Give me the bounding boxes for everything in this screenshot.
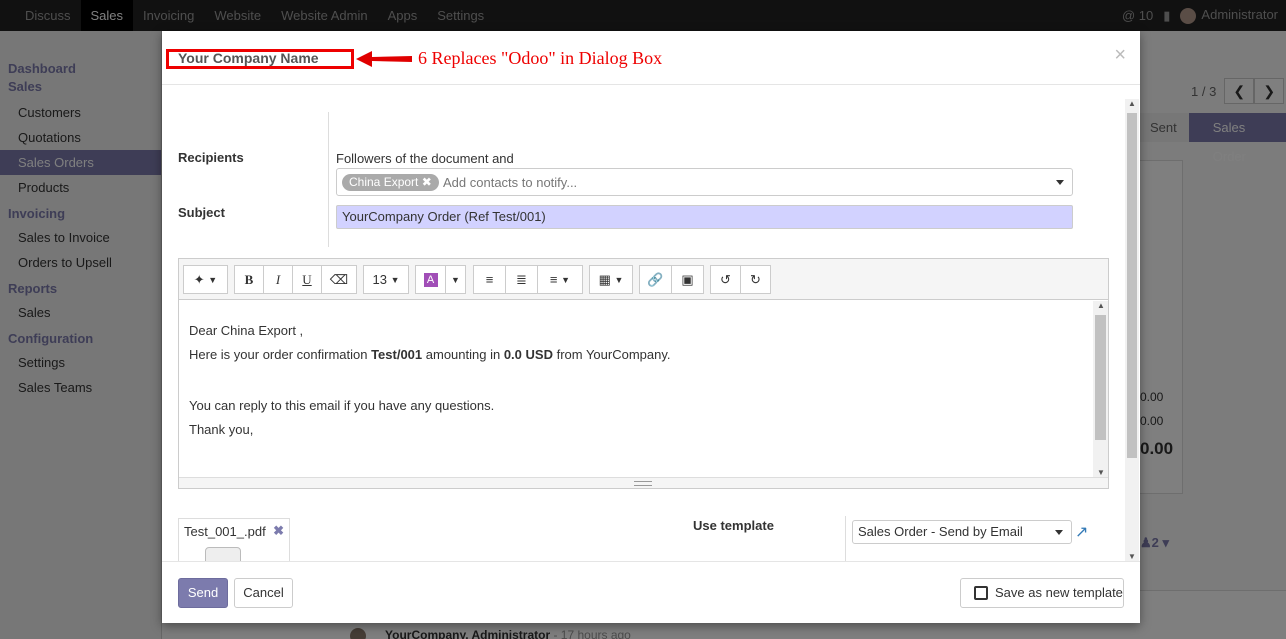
- scroll-down-icon[interactable]: ▼: [1097, 468, 1105, 477]
- subject-label: Subject: [178, 205, 225, 220]
- grip-icon: [634, 481, 652, 486]
- redo-button[interactable]: ↻: [740, 265, 771, 294]
- editor-toolbar: ✦ ▼ B I U ⌫ 13 ▼ A ▼ ≡ ≣ ≡ ▼ ▦ ▼ 🔗 ▣ ↺ ↻: [179, 259, 1108, 300]
- cancel-button[interactable]: Cancel: [234, 578, 293, 608]
- image-icon: ▣: [681, 271, 694, 287]
- compose-email-dialog: Your Company Name 6 Replaces "Odoo" in D…: [162, 31, 1140, 623]
- scroll-up-icon[interactable]: ▲: [1097, 301, 1105, 310]
- annotation-text: 6 Replaces "Odoo" in Dialog Box: [418, 48, 663, 68]
- link-icon: 🔗: [647, 271, 664, 287]
- style-button[interactable]: ✦ ▼: [183, 265, 228, 294]
- font-size-value: 13: [372, 272, 387, 287]
- editor-content[interactable]: Dear China Export , Here is your order c…: [179, 301, 1093, 477]
- eraser-icon: ⌫: [329, 271, 349, 287]
- undo-icon: ↺: [720, 271, 731, 287]
- redo-icon: ↻: [750, 271, 761, 287]
- caret-down-icon: ▼: [561, 274, 571, 285]
- close-icon[interactable]: ×: [1114, 44, 1126, 67]
- close-icon[interactable]: ✖: [422, 175, 432, 189]
- editor-resize-handle[interactable]: [179, 477, 1108, 488]
- send-button[interactable]: Send: [178, 578, 228, 608]
- floppy-disk-icon: [974, 586, 988, 600]
- dialog-footer: Send Cancel Save as new template: [162, 561, 1140, 623]
- link-button[interactable]: 🔗: [639, 265, 672, 294]
- template-value: Sales Order - Send by Email: [858, 524, 1023, 539]
- file-icon: [205, 547, 241, 561]
- recipient-tag[interactable]: China Export ✖: [342, 174, 439, 191]
- font-size-button[interactable]: 13 ▼: [363, 265, 409, 294]
- image-button[interactable]: ▣: [671, 265, 704, 294]
- order-reference: Test/001: [371, 347, 423, 362]
- divider: [845, 516, 846, 561]
- italic-icon: I: [275, 271, 281, 287]
- body-greeting: Dear China Export ,: [189, 323, 304, 338]
- table-button[interactable]: ▦ ▼: [589, 265, 633, 294]
- recipients-label: Recipients: [178, 150, 244, 165]
- font-color-dropdown[interactable]: ▼: [445, 265, 466, 294]
- bold-button[interactable]: B: [234, 265, 264, 294]
- bold-icon: B: [244, 271, 254, 287]
- font-color-button[interactable]: A: [415, 265, 446, 294]
- annotation-arrow-icon: [356, 51, 412, 67]
- template-select[interactable]: Sales Order - Send by Email: [852, 520, 1072, 544]
- dialog-body: ▲ ▼ Recipients Subject Followers of the …: [162, 86, 1140, 561]
- subject-input[interactable]: YourCompany Order (Ref Test/001): [336, 205, 1073, 229]
- scrollbar-thumb[interactable]: [1095, 315, 1106, 440]
- followers-text: Followers of the document and: [336, 151, 514, 166]
- body-thanks: Thank you,: [189, 422, 254, 437]
- numbered-list-icon: ≣: [516, 271, 527, 287]
- body-text: from YourCompany.: [552, 347, 671, 362]
- scroll-down-icon[interactable]: ▼: [1128, 552, 1136, 561]
- attachment-card: Test_001_.pdf ✖: [178, 518, 290, 561]
- body-confirmation-line: Here is your order confirmation Test/001…: [189, 343, 1083, 367]
- caret-down-icon: ▼: [208, 274, 218, 285]
- bullet-list-button[interactable]: ≡: [473, 265, 506, 294]
- attachment-name[interactable]: Test_001_.pdf: [184, 524, 266, 539]
- body-text: Here is your order confirmation: [189, 347, 372, 362]
- editor-scrollbar[interactable]: ▲ ▼: [1093, 301, 1108, 477]
- numbered-list-button[interactable]: ≣: [505, 265, 538, 294]
- underline-button[interactable]: U: [292, 265, 322, 294]
- chevron-down-icon: [1055, 530, 1063, 535]
- save-as-template-button[interactable]: Save as new template: [960, 578, 1124, 608]
- caret-down-icon: ▼: [451, 274, 460, 285]
- clear-format-button[interactable]: ⌫: [321, 265, 357, 294]
- caret-down-icon: ▼: [390, 274, 400, 285]
- dialog-header: Your Company Name 6 Replaces "Odoo" in D…: [162, 31, 1140, 85]
- chevron-down-icon[interactable]: [1056, 180, 1064, 185]
- scrollbar-thumb[interactable]: [1127, 113, 1137, 458]
- recipients-input[interactable]: China Export ✖ Add contacts to notify...: [336, 168, 1073, 196]
- body-reply-line: You can reply to this email if you have …: [189, 398, 495, 413]
- font-color-icon: A: [423, 272, 438, 287]
- scroll-up-icon[interactable]: ▲: [1128, 99, 1136, 108]
- close-icon[interactable]: ✖: [273, 523, 284, 539]
- annotation-highlight-box: [166, 49, 354, 69]
- recipients-placeholder: Add contacts to notify...: [443, 175, 578, 190]
- save-template-label: Save as new template: [995, 585, 1123, 600]
- dialog-scrollbar[interactable]: ▲ ▼: [1125, 99, 1139, 561]
- caret-down-icon: ▼: [614, 274, 624, 285]
- italic-button[interactable]: I: [263, 265, 293, 294]
- paragraph-align-button[interactable]: ≡ ▼: [537, 265, 583, 294]
- table-icon: ▦: [598, 271, 611, 287]
- rich-text-editor: ✦ ▼ B I U ⌫ 13 ▼ A ▼ ≡ ≣ ≡ ▼ ▦ ▼ 🔗 ▣ ↺ ↻…: [178, 258, 1109, 489]
- magic-wand-icon: ✦: [193, 271, 205, 287]
- bullet-list-icon: ≡: [485, 272, 494, 287]
- align-left-icon: ≡: [549, 272, 558, 287]
- body-text: amounting in: [422, 347, 504, 362]
- order-amount: 0.0 USD: [503, 347, 553, 362]
- undo-button[interactable]: ↺: [710, 265, 741, 294]
- divider: [328, 112, 329, 247]
- underline-icon: U: [302, 271, 312, 287]
- external-link-icon[interactable]: ↗: [1075, 522, 1088, 542]
- recipient-tag-label: China Export: [349, 175, 419, 189]
- use-template-label: Use template: [693, 518, 774, 533]
